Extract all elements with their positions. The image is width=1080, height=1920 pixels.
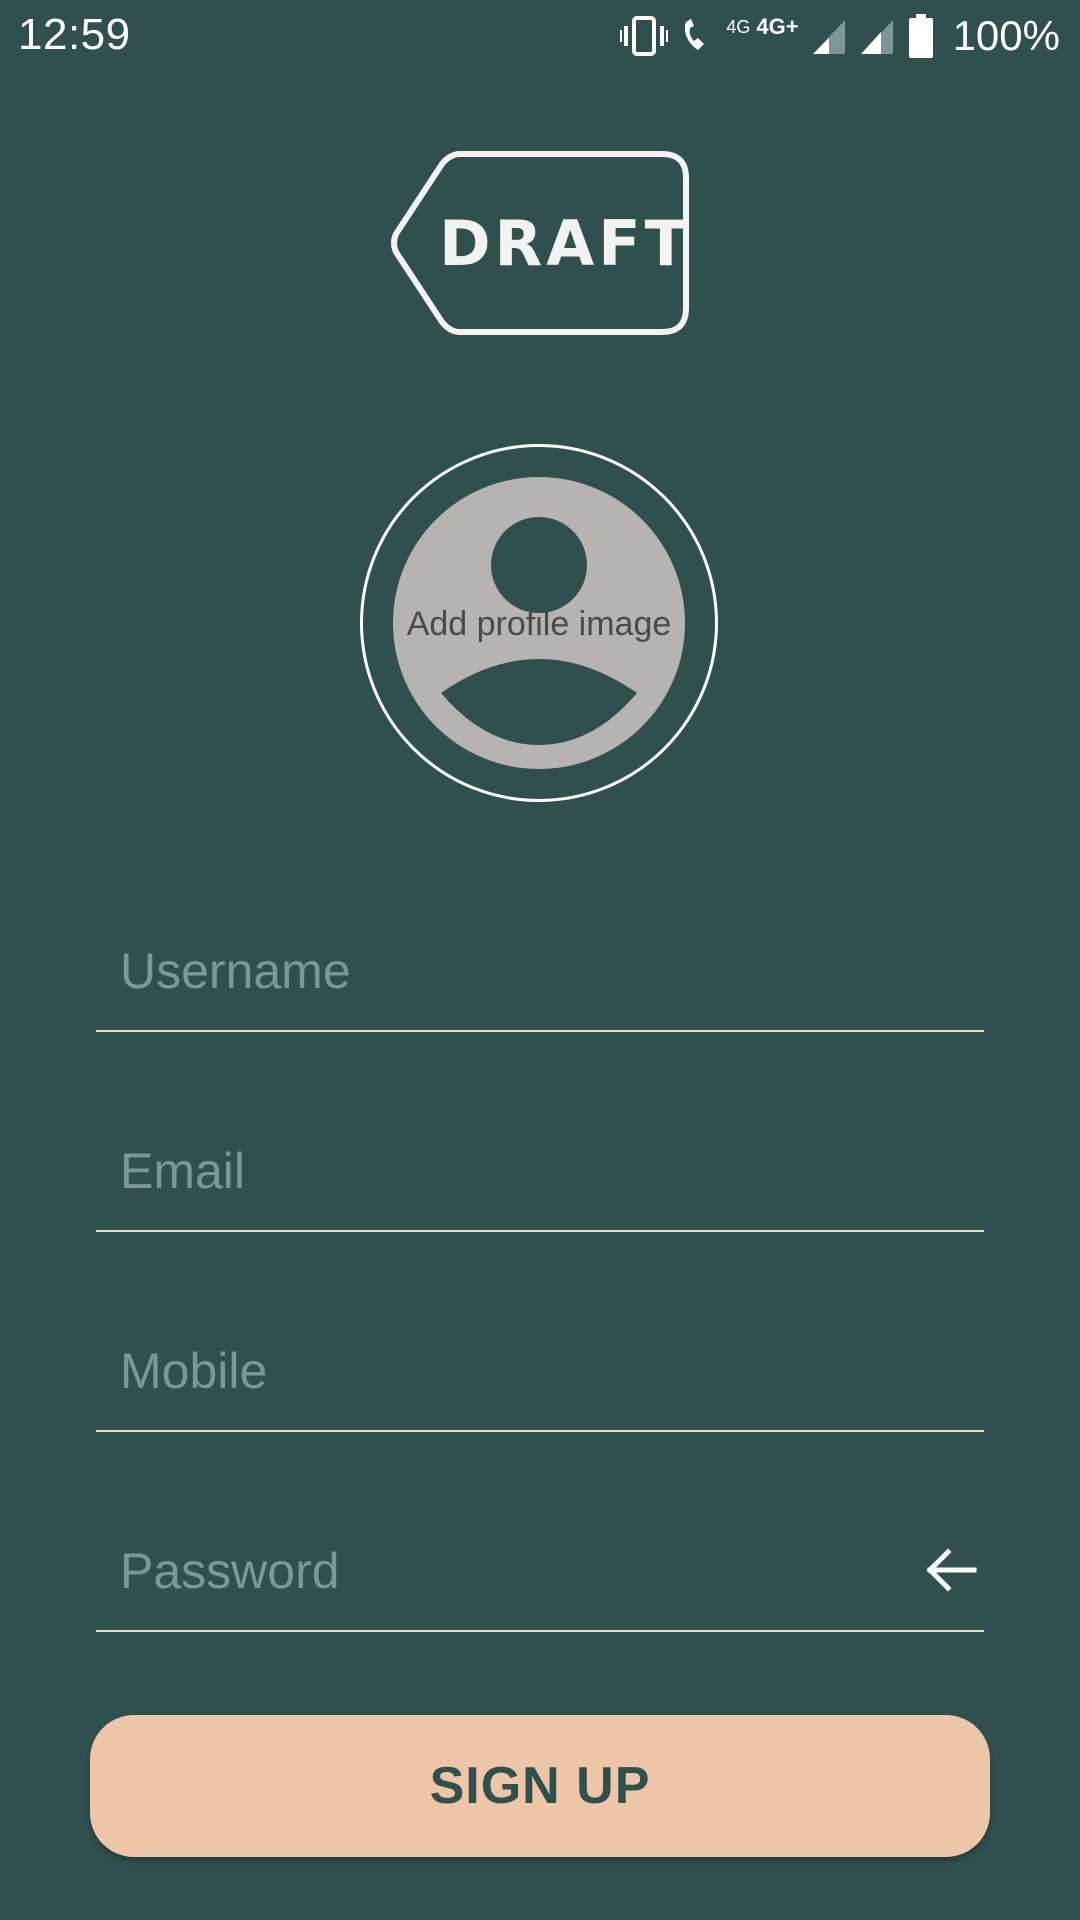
- username-input[interactable]: [120, 912, 900, 1030]
- signal-icon: [859, 16, 895, 56]
- arrow-left-icon[interactable]: [922, 1540, 982, 1600]
- password-input[interactable]: [120, 1512, 900, 1630]
- email-input[interactable]: [120, 1112, 900, 1230]
- signal-icon: [811, 16, 847, 56]
- network-small: 4G: [726, 17, 751, 37]
- vibrate-icon: [620, 16, 669, 56]
- email-field-container: [96, 1112, 984, 1232]
- add-profile-image[interactable]: Add profile image: [360, 444, 718, 802]
- volte-call-icon: [680, 16, 714, 56]
- status-icons: 4G 4G+ 100%: [620, 8, 1060, 64]
- battery-icon: [907, 14, 935, 58]
- username-field-container: [96, 912, 984, 1032]
- mobile-field-container: [96, 1312, 984, 1432]
- network-main: 4G+: [756, 14, 799, 39]
- status-bar: 12:59 4G 4G+ 100%: [0, 0, 1080, 72]
- sign-up-button[interactable]: SIGN UP: [90, 1715, 990, 1857]
- mobile-input[interactable]: [120, 1312, 900, 1430]
- password-field-container: [96, 1512, 984, 1632]
- logo-text: DRAFT: [439, 206, 691, 280]
- add-profile-image-label: Add profile image: [406, 605, 672, 643]
- status-time: 12:59: [18, 10, 131, 59]
- draft-logo: DRAFT: [390, 150, 690, 336]
- battery-percentage: 100%: [952, 12, 1060, 59]
- network-type: 4G 4G+: [726, 16, 798, 56]
